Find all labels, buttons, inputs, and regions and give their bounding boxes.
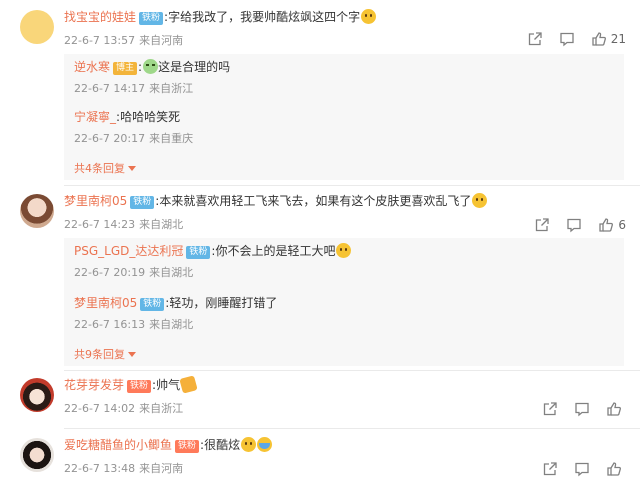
avatar[interactable] bbox=[20, 10, 54, 44]
comment-icon bbox=[575, 402, 589, 417]
comment-location: 来自河南 bbox=[139, 34, 184, 47]
reply-location: 来自湖北 bbox=[149, 318, 194, 331]
more-replies-link[interactable]: 共4条回复 bbox=[74, 160, 136, 176]
like-button[interactable]: 21 bbox=[591, 31, 626, 47]
reply-location: 来自浙江 bbox=[149, 82, 194, 95]
chevron-down-icon bbox=[128, 166, 136, 171]
dog-face-emoji-icon bbox=[241, 437, 257, 452]
like-button[interactable]: 6 bbox=[598, 217, 626, 233]
reply-item: 宁凝寧_:哈哈哈笑死 22-6-7 20:17 来自重庆 bbox=[74, 110, 194, 145]
reply-author[interactable]: 逆水寒 bbox=[74, 60, 110, 74]
comment-author[interactable]: 找宝宝的娃娃 bbox=[64, 10, 136, 24]
comment-actions bbox=[526, 400, 626, 418]
comment-date: 22-6-7 14:02 bbox=[64, 402, 136, 415]
reply-list: 逆水寒 博主: 这是合理的吗 22-6-7 14:17 来自浙江 宁凝寧_:哈哈哈笑死… bbox=[64, 54, 624, 180]
sweat-emoji-icon bbox=[143, 59, 159, 74]
comment-location: 来自河南 bbox=[139, 462, 184, 475]
comment-text: 很酷炫 bbox=[204, 438, 241, 452]
like-icon bbox=[592, 32, 606, 46]
fan-badge: 铁粉 bbox=[140, 298, 165, 311]
comment-author[interactable]: 爱吃糖醋鱼的小鲫鱼 bbox=[64, 438, 172, 452]
fan-badge: 铁粉 bbox=[175, 440, 200, 453]
reply-author[interactable]: PSG_LGD_达达利冠 bbox=[74, 244, 183, 258]
reply-text: 你不会上的是轻工大吧 bbox=[215, 244, 336, 258]
comment-icon bbox=[560, 32, 574, 47]
crying-emoji-icon bbox=[257, 437, 273, 452]
like-count: 21 bbox=[610, 32, 626, 46]
share-icon bbox=[528, 32, 542, 46]
comment-actions: 6 bbox=[518, 216, 626, 234]
comment-author[interactable]: 花芽芽发芽 bbox=[64, 378, 124, 392]
comment-actions bbox=[526, 460, 626, 478]
reply-text: 这是合理的吗 bbox=[158, 60, 231, 74]
reply-item: 梦里南柯05 铁粉:轻功，刚睡醒打错了 22-6-7 16:13 来自湖北 bbox=[74, 296, 278, 331]
reply-text: 哈哈哈笑死 bbox=[120, 110, 181, 124]
avatar[interactable] bbox=[20, 378, 54, 412]
comment-text: 字给我改了，我要帅酷炫飒这四个字 bbox=[168, 10, 361, 24]
share-icon bbox=[543, 462, 557, 476]
comment-text: 本来就喜欢用轻工飞来飞去，如果有这个皮肤更喜欢乱飞了 bbox=[159, 194, 472, 208]
share-icon bbox=[536, 218, 550, 232]
reply-item: 逆水寒 博主: 这是合理的吗 22-6-7 14:17 来自浙江 bbox=[74, 59, 231, 95]
reply-date: 22-6-7 16:13 bbox=[74, 318, 146, 331]
reply-author[interactable]: 宁凝寧_ bbox=[74, 110, 116, 124]
dog-face-emoji-icon bbox=[361, 9, 377, 24]
comment-date: 22-6-7 14:23 bbox=[64, 218, 136, 231]
comment-item: 花芽芽发芽 铁粉:帅气 22-6-7 14:02 来自浙江 bbox=[0, 375, 640, 430]
more-replies-link[interactable]: 共9条回复 bbox=[74, 346, 136, 362]
comment-location: 来自浙江 bbox=[139, 402, 184, 415]
fan-badge: 铁粉 bbox=[130, 196, 155, 209]
comment-location: 来自湖北 bbox=[139, 218, 184, 231]
dog-face-emoji-icon bbox=[336, 243, 352, 258]
reply-text: 轻功，刚睡醒打错了 bbox=[169, 296, 278, 310]
reply-author[interactable]: 梦里南柯05 bbox=[74, 296, 137, 310]
comment-icon bbox=[575, 462, 589, 477]
comment-item: 梦里南柯05 铁粉:本来就喜欢用轻工飞来飞去，如果有这个皮肤更喜欢乱飞了 22-6… bbox=[0, 192, 640, 372]
divider bbox=[64, 185, 640, 186]
share-button[interactable] bbox=[534, 217, 550, 233]
reply-list: PSG_LGD_达达利冠 铁粉:你不会上的是轻工大吧 22-6-7 20:19 来自… bbox=[64, 238, 624, 366]
reply-item: PSG_LGD_达达利冠 铁粉:你不会上的是轻工大吧 22-6-7 20:19 来自… bbox=[74, 242, 614, 280]
fan-badge: 铁粉 bbox=[127, 380, 152, 393]
like-icon bbox=[607, 402, 621, 416]
comment-item: 找宝宝的娃娃 铁粉:字给我改了，我要帅酷炫飒这四个字 22-6-7 13:57 来自… bbox=[0, 6, 640, 186]
like-icon bbox=[599, 218, 614, 232]
like-count: 6 bbox=[618, 218, 626, 232]
comment-button[interactable] bbox=[574, 401, 590, 417]
dog-face-emoji-icon bbox=[472, 193, 488, 208]
divider bbox=[64, 370, 640, 371]
like-icon bbox=[607, 462, 621, 476]
divider bbox=[64, 428, 640, 429]
fan-badge: 铁粉 bbox=[139, 12, 164, 25]
reply-location: 来自重庆 bbox=[149, 132, 194, 145]
comment-date: 22-6-7 13:48 bbox=[64, 462, 136, 475]
reply-date: 22-6-7 14:17 bbox=[74, 82, 146, 95]
like-button[interactable] bbox=[606, 461, 626, 477]
owner-badge: 博主 bbox=[113, 62, 138, 75]
comment-icon bbox=[567, 218, 582, 233]
share-button[interactable] bbox=[542, 401, 558, 417]
like-button[interactable] bbox=[606, 401, 626, 417]
avatar[interactable] bbox=[20, 438, 54, 472]
comment-date: 22-6-7 13:57 bbox=[64, 34, 136, 47]
comment-button[interactable] bbox=[574, 461, 590, 477]
reply-date: 22-6-7 20:19 bbox=[74, 266, 146, 279]
chevron-down-icon bbox=[128, 352, 136, 357]
comment-item: 爱吃糖醋鱼的小鲫鱼 铁粉:很酷炫 22-6-7 13:48 来自河南 bbox=[0, 436, 640, 487]
flex-emoji-icon bbox=[179, 375, 198, 394]
reply-date: 22-6-7 20:17 bbox=[74, 132, 146, 145]
avatar[interactable] bbox=[20, 194, 54, 228]
share-icon bbox=[543, 402, 557, 416]
share-button[interactable] bbox=[527, 31, 543, 47]
comment-actions: 21 bbox=[511, 30, 626, 48]
share-button[interactable] bbox=[542, 461, 558, 477]
comment-list: 找宝宝的娃娃 铁粉:字给我改了，我要帅酷炫飒这四个字 22-6-7 13:57 来自… bbox=[0, 0, 640, 487]
comment-button[interactable] bbox=[566, 217, 582, 233]
reply-location: 来自湖北 bbox=[149, 266, 194, 279]
comment-author[interactable]: 梦里南柯05 bbox=[64, 194, 127, 208]
comment-text: 帅气 bbox=[156, 378, 181, 392]
fan-badge: 铁粉 bbox=[186, 246, 211, 259]
comment-button[interactable] bbox=[559, 31, 575, 47]
